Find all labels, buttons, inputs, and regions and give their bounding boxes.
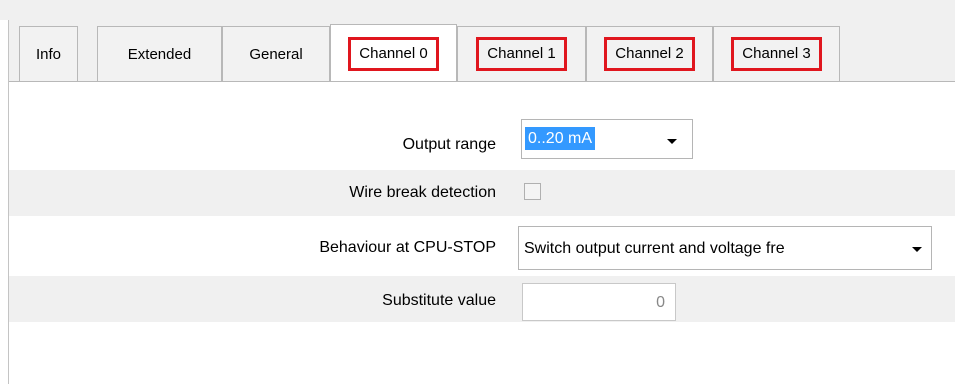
output-range-select[interactable]: 0..20 mA	[521, 119, 693, 159]
tab-channel-1[interactable]: Channel 1	[457, 26, 586, 81]
tab-label: Info	[35, 45, 62, 63]
tab-label: Channel 2	[604, 37, 695, 71]
tab-channel-2[interactable]: Channel 2	[586, 26, 713, 81]
output-range-label: Output range	[402, 136, 496, 153]
tab-label: Channel 0	[348, 36, 439, 71]
behaviour-label: Behaviour at CPU-STOP	[319, 239, 496, 256]
wire-break-label: Wire break detection	[349, 184, 496, 201]
chevron-down-icon	[667, 139, 677, 144]
chevron-down-icon	[912, 247, 922, 252]
tab-channel-3[interactable]: Channel 3	[713, 26, 840, 81]
tab-info[interactable]: Info	[19, 26, 78, 81]
wire-break-checkbox[interactable]	[524, 183, 541, 200]
tab-label: Extended	[127, 45, 192, 63]
substitute-value: 0	[656, 294, 665, 311]
behaviour-value: Switch output current and voltage fre	[524, 240, 785, 257]
substitute-value-input[interactable]: 0	[522, 283, 676, 321]
tab-channel-0[interactable]: Channel 0	[330, 24, 457, 82]
output-range-value: 0..20 mA	[525, 127, 596, 150]
substitute-value-label: Substitute value	[382, 292, 496, 309]
tab-label: Channel 3	[731, 37, 822, 71]
behaviour-select[interactable]: Switch output current and voltage fre	[518, 226, 932, 270]
tab-label: Channel 1	[476, 37, 567, 71]
window-top-strip	[0, 0, 955, 20]
tab-label: General	[249, 45, 303, 63]
tab-extended[interactable]: Extended	[97, 26, 222, 81]
tab-general[interactable]: General	[222, 26, 330, 81]
